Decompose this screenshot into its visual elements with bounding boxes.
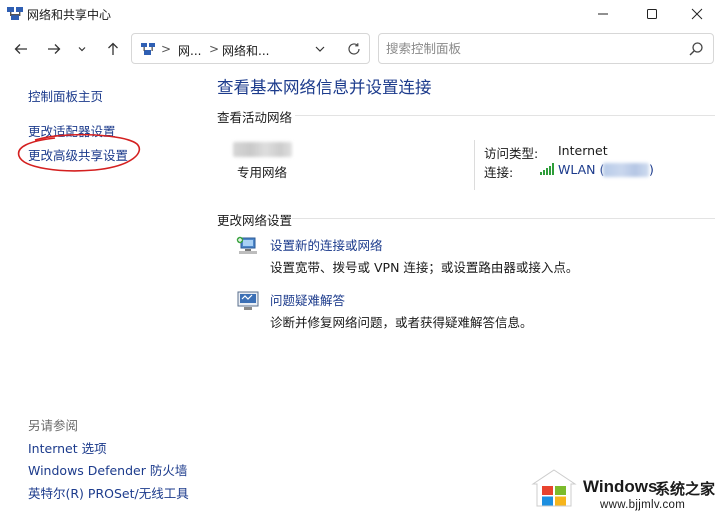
- close-icon: [691, 8, 703, 20]
- watermark-brand-cn: 系统之家: [655, 480, 716, 498]
- back-button[interactable]: [10, 38, 32, 60]
- watermark-brand: Windows: [583, 477, 658, 496]
- up-button[interactable]: [102, 38, 124, 60]
- see-also-header: 另请参阅: [28, 418, 79, 433]
- new-connection-icon: [236, 236, 257, 254]
- refresh-icon: [348, 43, 360, 55]
- control-panel-icon: [141, 43, 155, 55]
- chevron-down-icon: [78, 47, 86, 52]
- troubleshoot-icon: [237, 291, 259, 310]
- page-title: 查看基本网络信息并设置连接: [217, 78, 432, 97]
- section-divider: [295, 115, 715, 116]
- watermark-logo: [531, 469, 577, 507]
- network-name-blurred: [233, 142, 292, 157]
- wlan-connection-link-close[interactable]: ): [649, 162, 654, 177]
- forward-button[interactable]: [43, 38, 65, 60]
- section-divider: [292, 218, 715, 219]
- wlan-connection-link[interactable]: WLAN (: [558, 162, 604, 177]
- search-icon[interactable]: [688, 41, 704, 57]
- breadcrumb-separator: >: [161, 42, 172, 56]
- recent-locations-button[interactable]: [73, 38, 91, 60]
- vertical-divider: [474, 140, 475, 190]
- network-center-icon: [7, 7, 23, 20]
- address-bar[interactable]: > 网... > 网络和...: [131, 33, 370, 64]
- access-type-label: 访问类型:: [484, 146, 539, 161]
- search-input[interactable]: [386, 39, 676, 58]
- sidebar-link-defender-firewall[interactable]: Windows Defender 防火墙: [28, 460, 187, 479]
- minimize-icon: [598, 13, 608, 15]
- sidebar-link-advanced-sharing[interactable]: 更改高级共享设置: [28, 145, 128, 164]
- title-bar[interactable]: 网络和共享中心: [0, 0, 720, 28]
- maximize-icon: [647, 9, 657, 19]
- sidebar-link-internet-options[interactable]: Internet 选项: [28, 438, 107, 457]
- task-link-new-connection[interactable]: 设置新的连接或网络: [270, 235, 383, 254]
- active-networks-label: 查看活动网络: [217, 110, 293, 125]
- arrow-left-icon: [14, 44, 27, 54]
- search-box[interactable]: [378, 33, 714, 64]
- window-title: 网络和共享中心: [27, 8, 112, 22]
- task-link-troubleshoot[interactable]: 问题疑难解答: [270, 290, 345, 309]
- sidebar-link-adapter-settings[interactable]: 更改适配器设置: [28, 121, 116, 140]
- wlan-ssid-blurred: [603, 163, 649, 177]
- access-type-value: Internet: [558, 143, 608, 158]
- change-settings-label: 更改网络设置: [217, 213, 293, 228]
- chevron-down-icon: [315, 46, 325, 52]
- close-button[interactable]: [674, 0, 720, 28]
- sidebar-link-home[interactable]: 控制面板主页: [28, 86, 103, 105]
- watermark-url: www.bjjmlv.com: [600, 499, 686, 511]
- network-type: 专用网络: [237, 165, 288, 180]
- breadcrumb-segment-2[interactable]: 网络和...: [222, 42, 269, 59]
- breadcrumb-segment-1[interactable]: 网...: [178, 42, 201, 59]
- maximize-button[interactable]: [629, 0, 675, 28]
- task-desc-new-connection: 设置宽带、拨号或 VPN 连接；或设置路由器或接入点。: [270, 260, 579, 275]
- connection-label: 连接:: [484, 165, 514, 180]
- address-dropdown-button[interactable]: [312, 41, 328, 57]
- refresh-button[interactable]: [345, 40, 363, 58]
- task-desc-troubleshoot: 诊断并修复网络问题，或者获得疑难解答信息。: [270, 315, 533, 330]
- sidebar-link-intel-proset[interactable]: 英特尔(R) PROSet/无线工具: [28, 483, 189, 502]
- arrow-right-icon: [48, 44, 61, 54]
- wifi-signal-icon: [540, 163, 554, 175]
- minimize-button[interactable]: [580, 0, 626, 28]
- arrow-up-icon: [108, 42, 118, 55]
- breadcrumb-separator: >: [209, 42, 220, 56]
